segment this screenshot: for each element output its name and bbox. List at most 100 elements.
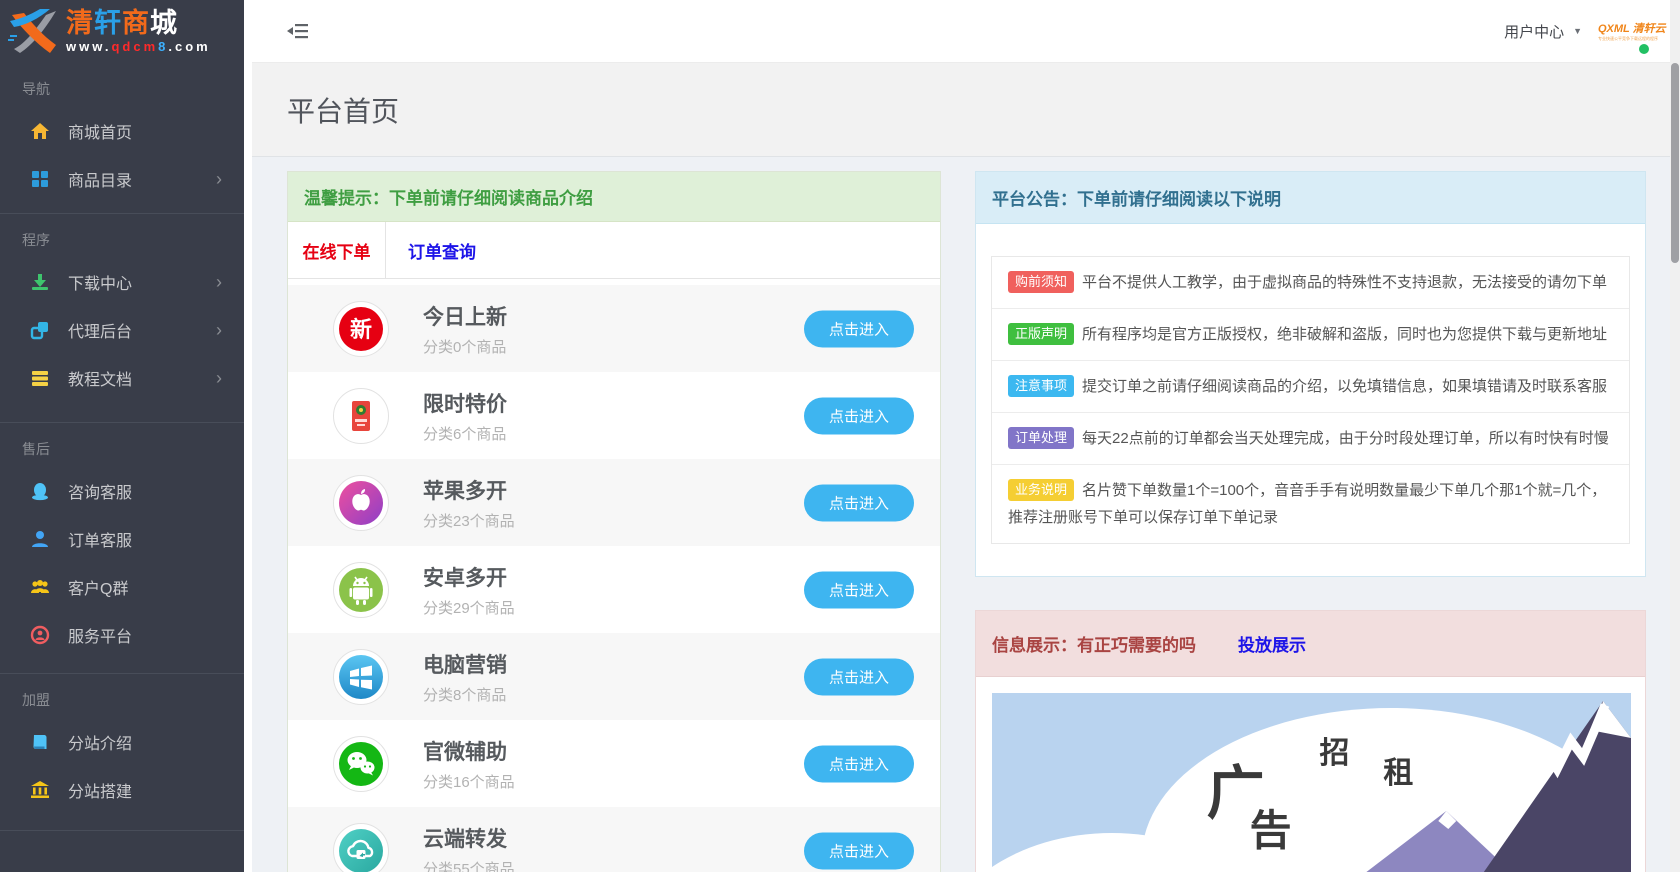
- announcement-list: 购前须知平台不提供人工教学，由于虚拟商品的特殊性不支持退款，无法接受的请勿下单 …: [991, 256, 1630, 544]
- category-name: 云端转发: [423, 823, 515, 853]
- windows-icon: [333, 649, 389, 705]
- site-mini-logo[interactable]: QXML 清轩云 专业快速公平竞争下载远程的程序: [1598, 20, 1658, 42]
- sidebar-item-service-platform[interactable]: 服务平台: [0, 611, 244, 659]
- qq-icon: [30, 481, 50, 501]
- sidebar-item-shop-home[interactable]: 商城首页: [0, 107, 244, 155]
- android-icon: [333, 562, 389, 618]
- info-display-header: 信息展示：有正巧需要的吗 投放展示: [976, 611, 1645, 677]
- category-name: 限时特价: [423, 388, 507, 418]
- ad-banner-image[interactable]: 广 告 招 租: [992, 693, 1631, 872]
- announcement-item: 订单处理每天22点前的订单都会当天处理完成，由于分时段处理订单，所以有时快有时慢: [992, 412, 1629, 464]
- announcement-item: 购前须知平台不提供人工教学，由于虚拟商品的特殊性不支持退款，无法接受的请勿下单: [992, 257, 1629, 308]
- sidebar-item-label: 商城首页: [68, 119, 132, 143]
- collapse-sidebar-icon[interactable]: [287, 23, 309, 39]
- service-icon: [30, 625, 50, 645]
- brand-url: www.qdcm8.com: [66, 39, 211, 54]
- svg-text:新: 新: [350, 317, 372, 342]
- notice-text: 提交订单之前请仔细阅读商品的介绍，以免填错信息，如果填错请及时联系客服: [1082, 378, 1607, 395]
- enter-category-button[interactable]: 点击进入: [804, 310, 914, 347]
- sale-poster-icon: [333, 388, 389, 444]
- tab-online-order[interactable]: 在线下单: [288, 222, 386, 278]
- brand-char: 城: [150, 8, 178, 38]
- section-label: 程序: [0, 214, 244, 258]
- ad-text-gao: 告: [1250, 808, 1292, 855]
- sidebar-section-join: 加盟 分站介绍 分站搭建: [0, 674, 244, 831]
- ad-text-zu: 租: [1383, 757, 1413, 790]
- tab-order-query[interactable]: 订单查询: [386, 222, 498, 278]
- section-label: 导航: [0, 63, 244, 107]
- ad-text-zhao: 招: [1319, 737, 1349, 770]
- section-label: 售后: [0, 423, 244, 467]
- page-title: 平台首页: [287, 90, 1680, 130]
- page-scrollbar[interactable]: [1670, 0, 1680, 872]
- category-name: 安卓多开: [423, 562, 515, 592]
- announcement-item: 业务说明名片赞下单数量1个=100个，音音手手有说明数量最少下单几个那1个就=几…: [992, 464, 1629, 543]
- online-status-dot: [1639, 44, 1649, 54]
- ad-placement-link[interactable]: 投放展示: [1238, 631, 1306, 656]
- info-display-panel: 信息展示：有正巧需要的吗 投放展示: [975, 610, 1646, 872]
- sidebar-item-product-catalog[interactable]: 商品目录 ›: [0, 155, 244, 203]
- category-row-apple-multi[interactable]: 苹果多开 分类23个商品 点击进入: [288, 459, 940, 546]
- announcement-header: 平台公告：下单前请仔细阅读以下说明: [976, 172, 1645, 224]
- sidebar-item-label: 下载中心: [68, 270, 132, 294]
- sidebar-item-label: 服务平台: [68, 623, 132, 647]
- notice-tag: 业务说明: [1008, 479, 1074, 501]
- chevron-down-icon: ▼: [1573, 26, 1582, 36]
- notice-tag: 购前须知: [1008, 271, 1074, 293]
- chevron-right-icon: ›: [216, 321, 222, 339]
- sidebar-item-order-service[interactable]: 订单客服: [0, 515, 244, 563]
- sidebar-item-subsite-intro[interactable]: 分站介绍: [0, 718, 244, 766]
- main-area: 用户中心 ▼ QXML 清轩云 专业快速公平竞争下载远程的程序 平台首页 温馨提…: [252, 0, 1680, 872]
- info-display-title: 信息展示：有正巧需要的吗: [992, 631, 1196, 656]
- notice-tag: 订单处理: [1008, 427, 1074, 449]
- category-row-wechat-assist[interactable]: 官微辅助 分类16个商品 点击进入: [288, 720, 940, 807]
- category-row-cloud-forward[interactable]: 云端转发 分类55个商品 点击进入: [288, 807, 940, 872]
- book-icon: [30, 732, 50, 752]
- sidebar-item-agent-backend[interactable]: 代理后台 ›: [0, 306, 244, 354]
- sidebar-section-nav: 导航 商城首页 商品目录 ›: [0, 63, 244, 214]
- new-arrival-icon: 新: [333, 301, 389, 357]
- sidebar-item-label: 客户Q群: [68, 575, 128, 599]
- category-row-limited-sale[interactable]: 限时特价 分类6个商品 点击进入: [288, 372, 940, 459]
- sidebar-item-subsite-build[interactable]: 分站搭建: [0, 766, 244, 814]
- category-name: 苹果多开: [423, 475, 515, 505]
- category-count: 分类6个商品: [423, 423, 507, 444]
- notice-tag: 正版声明: [1008, 323, 1074, 345]
- enter-category-button[interactable]: 点击进入: [804, 658, 914, 695]
- sidebar-item-download-center[interactable]: 下载中心 ›: [0, 258, 244, 306]
- grid-icon: [30, 169, 50, 189]
- sidebar-item-label: 分站介绍: [68, 730, 132, 754]
- home-icon: [30, 121, 50, 141]
- category-row-new-arrival[interactable]: 新 今日上新 分类0个商品 点击进入: [288, 285, 940, 372]
- tips-panel: 温馨提示：下单前请仔细阅读商品介绍 在线下单 订单查询 新 今日上新 分类0个商…: [287, 171, 941, 872]
- sidebar-item-label: 订单客服: [68, 527, 132, 551]
- sidebar-item-label: 分站搭建: [68, 778, 132, 802]
- brand-char: 商: [122, 8, 150, 38]
- order-tabs: 在线下单 订单查询: [288, 222, 940, 279]
- sidebar-item-tutorial-docs[interactable]: 教程文档 ›: [0, 354, 244, 402]
- user-center-menu[interactable]: 用户中心 ▼: [1504, 21, 1582, 42]
- docs-icon: [30, 368, 50, 388]
- scrollbar-thumb[interactable]: [1671, 63, 1679, 263]
- brand-title: 清轩商城: [66, 9, 211, 37]
- category-row-android-multi[interactable]: 安卓多开 分类29个商品 点击进入: [288, 546, 940, 633]
- sidebar: 清轩商城 www.qdcm8.com 导航 商城首页 商品目录 › 程序: [0, 0, 244, 872]
- category-list: 新 今日上新 分类0个商品 点击进入 限时特价: [288, 279, 940, 872]
- brand-logo[interactable]: 清轩商城 www.qdcm8.com: [0, 0, 244, 63]
- enter-category-button[interactable]: 点击进入: [804, 397, 914, 434]
- sidebar-item-label: 咨询客服: [68, 479, 132, 503]
- category-row-pc-marketing[interactable]: 电脑营销 分类8个商品 点击进入: [288, 633, 940, 720]
- sidebar-item-customer-qq-group[interactable]: 客户Q群: [0, 563, 244, 611]
- content: 温馨提示：下单前请仔细阅读商品介绍 在线下单 订单查询 新 今日上新 分类0个商…: [252, 157, 1680, 872]
- enter-category-button[interactable]: 点击进入: [804, 484, 914, 521]
- enter-category-button[interactable]: 点击进入: [804, 571, 914, 608]
- notice-text: 所有程序均是官方正版授权，绝非破解和盗版，同时也为您提供下载与更新地址: [1082, 326, 1607, 343]
- chevron-right-icon: ›: [216, 170, 222, 188]
- notice-tag: 注意事项: [1008, 375, 1074, 397]
- enter-category-button[interactable]: 点击进入: [804, 745, 914, 782]
- sidebar-item-consult-service[interactable]: 咨询客服: [0, 467, 244, 515]
- sidebar-scrollbar[interactable]: [244, 0, 252, 872]
- tips-panel-header: 温馨提示：下单前请仔细阅读商品介绍: [288, 172, 940, 222]
- sidebar-item-label: 商品目录: [68, 167, 132, 191]
- enter-category-button[interactable]: 点击进入: [804, 832, 914, 869]
